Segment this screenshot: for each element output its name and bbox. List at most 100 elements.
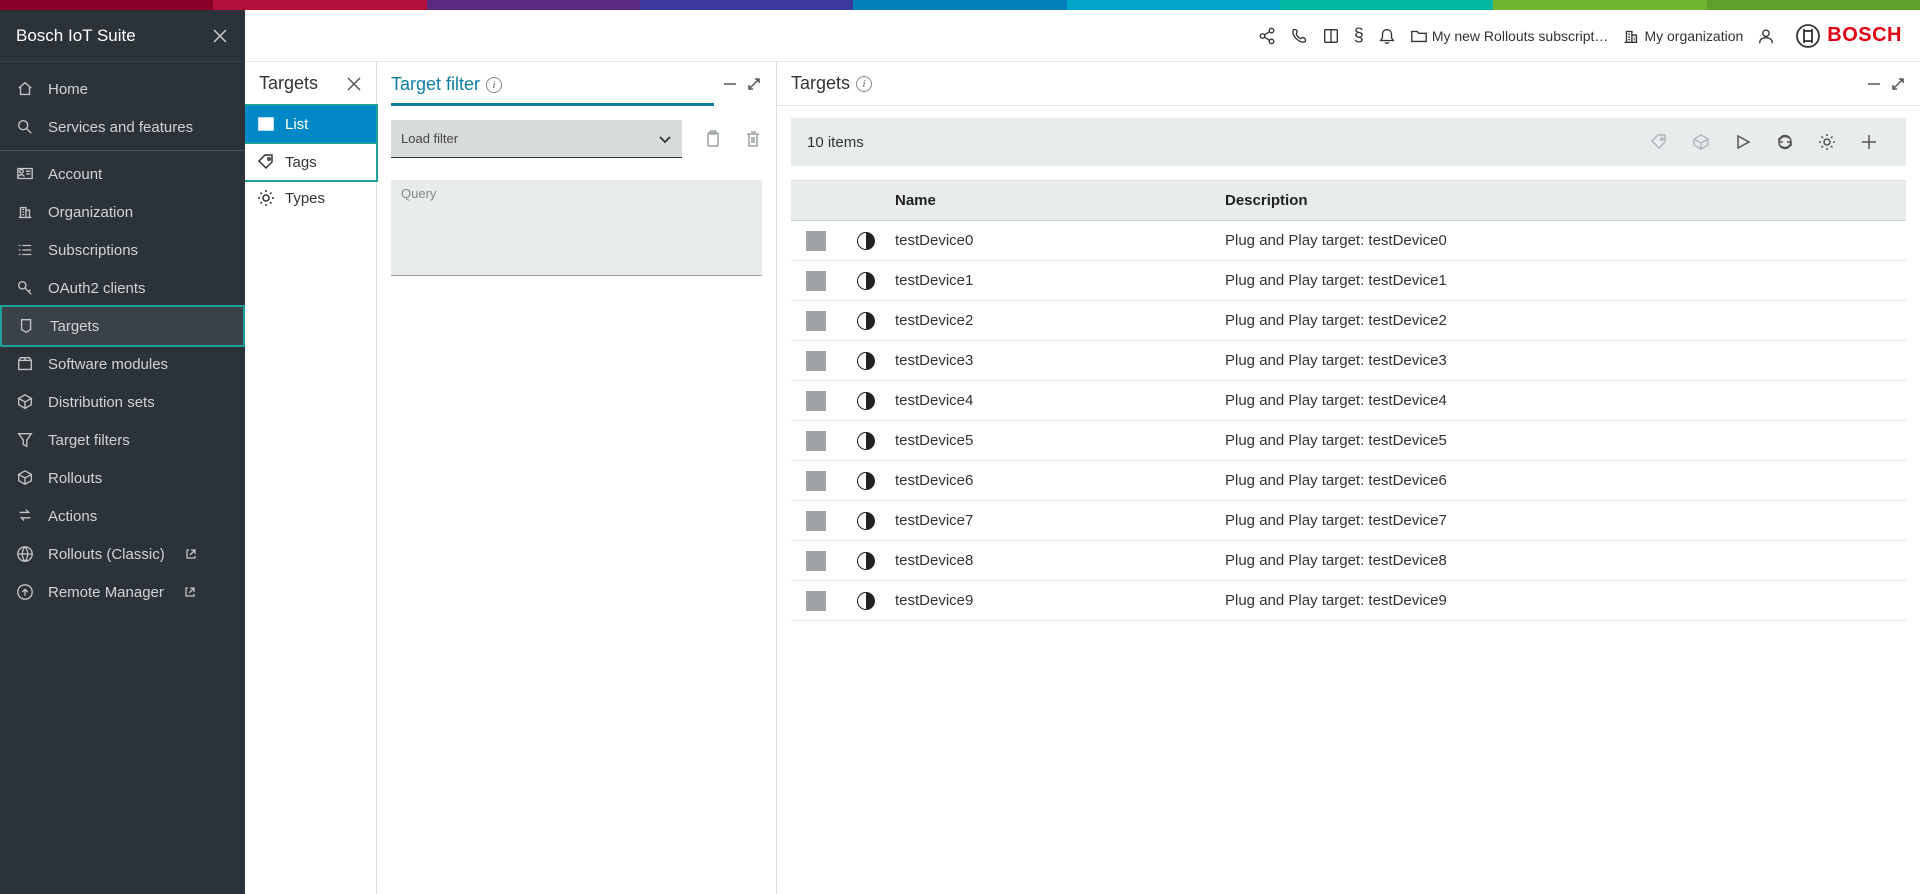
table-row[interactable]: testDevice7Plug and Play target: testDev… (791, 501, 1906, 541)
section-sign[interactable]: § (1354, 25, 1364, 46)
table-row[interactable]: testDevice0Plug and Play target: testDev… (791, 221, 1906, 261)
table-row[interactable]: testDevice9Plug and Play target: testDev… (791, 581, 1906, 621)
user-icon[interactable] (1757, 27, 1775, 45)
column-description[interactable]: Description (1221, 192, 1906, 209)
org-icon (16, 203, 34, 221)
table-row[interactable]: testDevice2Plug and Play target: testDev… (791, 301, 1906, 341)
row-description: Plug and Play target: testDevice6 (1221, 472, 1906, 489)
load-filter-dropdown[interactable]: Load filter (391, 120, 682, 158)
clipboard-icon[interactable] (704, 130, 722, 148)
row-checkbox[interactable] (806, 591, 826, 611)
folder-icon (1410, 27, 1428, 45)
row-checkbox[interactable] (806, 311, 826, 331)
row-checkbox[interactable] (806, 471, 826, 491)
row-checkbox[interactable] (806, 511, 826, 531)
status-indicator-icon (857, 272, 875, 290)
nav-tab-label: Types (285, 190, 325, 207)
sidebar-item-remote-manager[interactable]: Remote Manager (0, 573, 245, 611)
expand-icon[interactable] (746, 76, 762, 92)
plus-icon[interactable] (1860, 133, 1878, 151)
sidebar-item-software-modules[interactable]: Software modules (0, 345, 245, 383)
table-row[interactable]: testDevice4Plug and Play target: testDev… (791, 381, 1906, 421)
nav-tab-tags[interactable]: Tags (245, 142, 378, 182)
row-checkbox[interactable] (806, 391, 826, 411)
nav-tab-list[interactable]: List (245, 104, 378, 144)
bell-icon[interactable] (1378, 27, 1396, 45)
sidebar-item-label: OAuth2 clients (48, 280, 146, 297)
row-description: Plug and Play target: testDevice1 (1221, 272, 1906, 289)
swap-icon (16, 507, 34, 525)
table-row[interactable]: testDevice6Plug and Play target: testDev… (791, 461, 1906, 501)
play-icon[interactable] (1734, 133, 1752, 151)
phone-icon[interactable] (1290, 27, 1308, 45)
row-checkbox[interactable] (806, 351, 826, 371)
top-bar: § My new Rollouts subscript… My organiza… (245, 10, 1920, 62)
target-icon (18, 317, 36, 335)
row-checkbox[interactable] (806, 231, 826, 251)
sidebar-item-home[interactable]: Home (0, 70, 245, 108)
info-icon[interactable]: i (486, 77, 502, 93)
bosch-wordmark: BOSCH (1827, 24, 1902, 47)
nav-tab-types[interactable]: Types (245, 180, 376, 216)
close-icon[interactable] (211, 27, 229, 45)
search-icon (16, 118, 34, 136)
sidebar-item-label: Remote Manager (48, 584, 164, 601)
sidebar-item-label: Target filters (48, 432, 130, 449)
user-card-icon (16, 165, 34, 183)
minimize-icon[interactable] (1866, 76, 1882, 92)
table-row[interactable]: testDevice5Plug and Play target: testDev… (791, 421, 1906, 461)
sidebar-item-label: Organization (48, 204, 133, 221)
nav-tab-label: List (285, 116, 308, 133)
sidebar: Bosch IoT Suite HomeServices and feature… (0, 10, 245, 894)
row-name: testDevice3 (891, 352, 1221, 369)
row-name: testDevice4 (891, 392, 1221, 409)
bosch-logo: BOSCH (1795, 23, 1902, 49)
sidebar-item-distribution-sets[interactable]: Distribution sets (0, 383, 245, 421)
sidebar-item-label: Rollouts (48, 470, 102, 487)
status-indicator-icon (857, 512, 875, 530)
minimize-icon[interactable] (722, 76, 738, 92)
org-selector[interactable]: My organization (1622, 27, 1743, 45)
status-indicator-icon (857, 592, 875, 610)
sidebar-item-subscriptions[interactable]: Subscriptions (0, 231, 245, 269)
bosch-anchor-icon (1795, 23, 1821, 49)
sidebar-item-services-and-features[interactable]: Services and features (0, 108, 245, 146)
sidebar-item-targets[interactable]: Targets (0, 305, 245, 347)
column-name[interactable]: Name (891, 192, 1221, 209)
cube-icon (16, 393, 34, 411)
status-indicator-icon (857, 352, 875, 370)
tag-icon[interactable] (1650, 133, 1668, 151)
sidebar-item-actions[interactable]: Actions (0, 497, 245, 535)
status-indicator-icon (857, 232, 875, 250)
refresh-icon[interactable] (1776, 133, 1794, 151)
sidebar-item-rollouts[interactable]: Rollouts (0, 459, 245, 497)
share-icon[interactable] (1258, 27, 1276, 45)
sidebar-item-label: Rollouts (Classic) (48, 546, 165, 563)
targets-list-panel: Targets i 10 items (777, 62, 1920, 894)
sidebar-item-oauth2-clients[interactable]: OAuth2 clients (0, 269, 245, 307)
sidebar-item-rollouts-classic-[interactable]: Rollouts (Classic) (0, 535, 245, 573)
table-row[interactable]: testDevice8Plug and Play target: testDev… (791, 541, 1906, 581)
row-checkbox[interactable] (806, 431, 826, 451)
query-placeholder: Query (401, 186, 436, 201)
sidebar-item-organization[interactable]: Organization (0, 193, 245, 231)
table-row[interactable]: testDevice3Plug and Play target: testDev… (791, 341, 1906, 381)
sidebar-item-label: Actions (48, 508, 97, 525)
row-description: Plug and Play target: testDevice2 (1221, 312, 1906, 329)
info-icon[interactable]: i (856, 76, 872, 92)
row-name: testDevice7 (891, 512, 1221, 529)
row-checkbox[interactable] (806, 551, 826, 571)
row-checkbox[interactable] (806, 271, 826, 291)
book-icon[interactable] (1322, 27, 1340, 45)
gear-icon[interactable] (1818, 133, 1836, 151)
trash-icon[interactable] (744, 130, 762, 148)
sidebar-item-account[interactable]: Account (0, 155, 245, 193)
row-description: Plug and Play target: testDevice9 (1221, 592, 1906, 609)
table-row[interactable]: testDevice1Plug and Play target: testDev… (791, 261, 1906, 301)
subscription-selector[interactable]: My new Rollouts subscript… (1410, 27, 1609, 45)
query-input[interactable]: Query (391, 180, 762, 276)
close-icon[interactable] (346, 76, 362, 92)
expand-icon[interactable] (1890, 76, 1906, 92)
sidebar-item-target-filters[interactable]: Target filters (0, 421, 245, 459)
cube-icon[interactable] (1692, 133, 1710, 151)
